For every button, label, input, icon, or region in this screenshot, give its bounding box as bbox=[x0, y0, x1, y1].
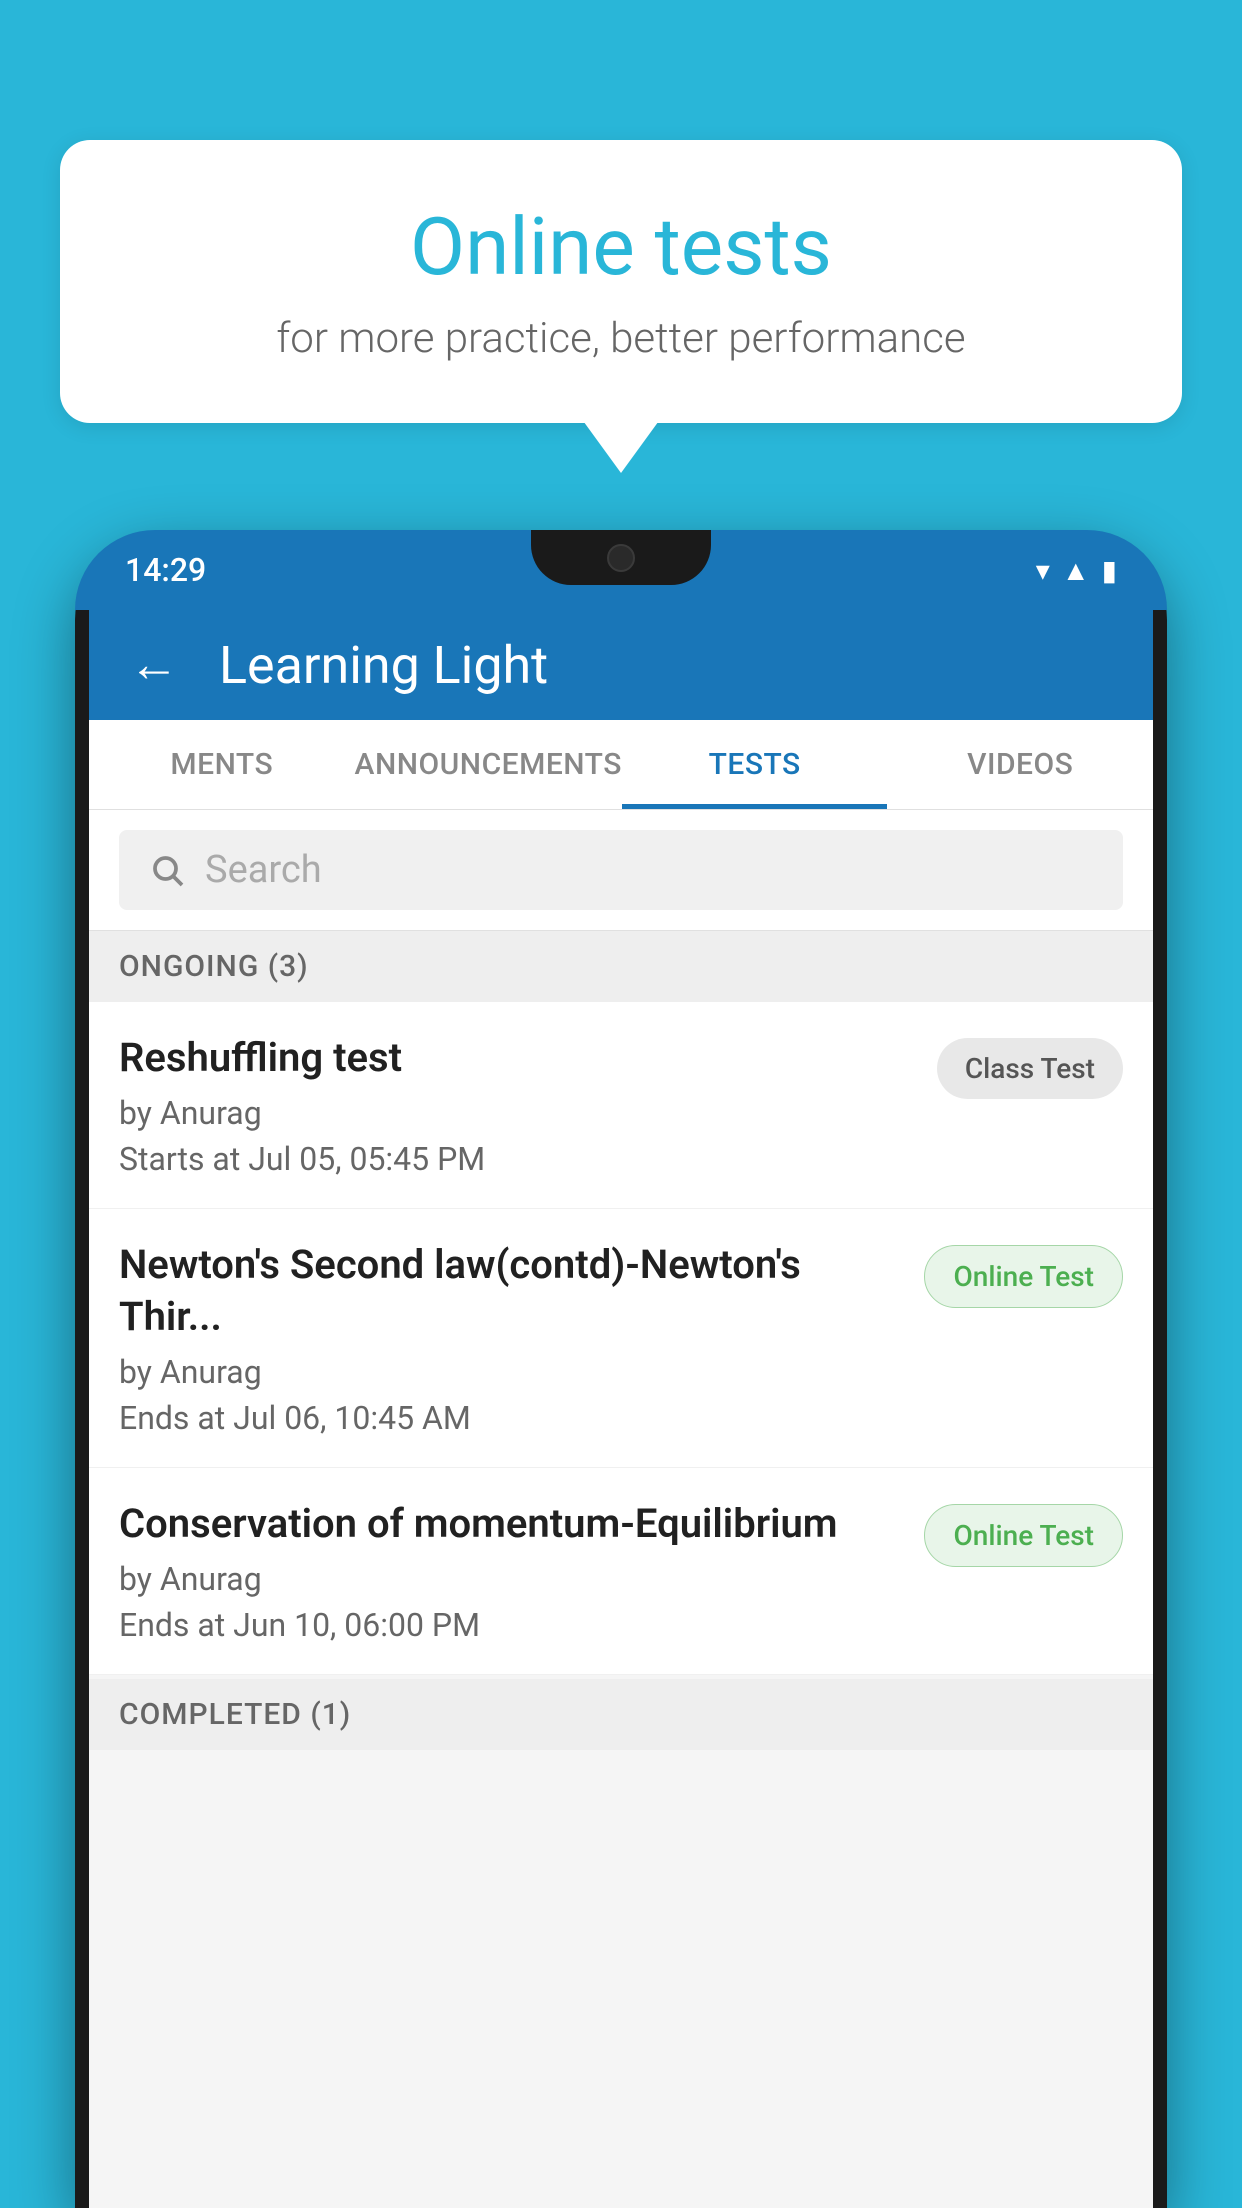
tab-ments[interactable]: MENTS bbox=[89, 720, 355, 809]
tab-tests[interactable]: TESTS bbox=[622, 720, 888, 809]
test-time: Starts at Jul 05, 05:45 PM bbox=[119, 1140, 917, 1178]
test-info: Newton's Second law(contd)-Newton's Thir… bbox=[119, 1239, 904, 1437]
test-name: Newton's Second law(contd)-Newton's Thir… bbox=[119, 1239, 904, 1343]
test-author: by Anurag bbox=[119, 1353, 904, 1391]
search-icon bbox=[149, 852, 185, 888]
ongoing-section-title: ONGOING (3) bbox=[119, 949, 309, 984]
status-icons: ▾ ▲ ▮ bbox=[1036, 554, 1117, 587]
bubble-title: Online tests bbox=[140, 200, 1102, 294]
status-time: 14:29 bbox=[125, 551, 206, 589]
test-item[interactable]: Conservation of momentum-Equilibrium by … bbox=[89, 1468, 1153, 1675]
wifi-icon: ▾ bbox=[1036, 554, 1050, 587]
phone-frame: 14:29 ▾ ▲ ▮ ← Learning Light MENTS ANNOU… bbox=[75, 530, 1167, 2208]
search-bar[interactable]: Search bbox=[119, 830, 1123, 910]
search-placeholder: Search bbox=[205, 848, 322, 892]
camera bbox=[607, 544, 635, 572]
test-name: Reshuffling test bbox=[119, 1032, 917, 1084]
test-time: Ends at Jul 06, 10:45 AM bbox=[119, 1399, 904, 1437]
speech-bubble: Online tests for more practice, better p… bbox=[60, 140, 1182, 423]
tab-announcements[interactable]: ANNOUNCEMENTS bbox=[355, 720, 622, 809]
test-badge-online: Online Test bbox=[924, 1504, 1123, 1567]
status-bar: 14:29 ▾ ▲ ▮ bbox=[75, 530, 1167, 610]
bubble-subtitle: for more practice, better performance bbox=[140, 314, 1102, 363]
test-badge-online: Online Test bbox=[924, 1245, 1123, 1308]
test-info: Conservation of momentum-Equilibrium by … bbox=[119, 1498, 904, 1644]
test-item[interactable]: Reshuffling test by Anurag Starts at Jul… bbox=[89, 1002, 1153, 1209]
test-name: Conservation of momentum-Equilibrium bbox=[119, 1498, 904, 1550]
phone-screen: ← Learning Light MENTS ANNOUNCEMENTS TES… bbox=[89, 610, 1153, 2208]
test-badge-class: Class Test bbox=[937, 1038, 1123, 1099]
back-button[interactable]: ← bbox=[129, 640, 179, 690]
battery-icon: ▮ bbox=[1102, 554, 1117, 587]
tab-videos[interactable]: VIDEOS bbox=[887, 720, 1153, 809]
tabs-bar: MENTS ANNOUNCEMENTS TESTS VIDEOS bbox=[89, 720, 1153, 810]
test-info: Reshuffling test by Anurag Starts at Jul… bbox=[119, 1032, 917, 1178]
speech-bubble-container: Online tests for more practice, better p… bbox=[60, 140, 1182, 423]
completed-section-header: COMPLETED (1) bbox=[89, 1679, 1153, 1750]
test-time: Ends at Jun 10, 06:00 PM bbox=[119, 1606, 904, 1644]
app-title: Learning Light bbox=[219, 635, 548, 696]
signal-icon: ▲ bbox=[1062, 554, 1090, 587]
test-author: by Anurag bbox=[119, 1094, 917, 1132]
tests-list: Reshuffling test by Anurag Starts at Jul… bbox=[89, 1002, 1153, 1675]
phone-notch bbox=[531, 530, 711, 585]
test-author: by Anurag bbox=[119, 1560, 904, 1598]
ongoing-section-header: ONGOING (3) bbox=[89, 931, 1153, 1002]
app-header: ← Learning Light bbox=[89, 610, 1153, 720]
search-container: Search bbox=[89, 810, 1153, 931]
completed-section-title: COMPLETED (1) bbox=[119, 1697, 351, 1732]
test-item[interactable]: Newton's Second law(contd)-Newton's Thir… bbox=[89, 1209, 1153, 1468]
